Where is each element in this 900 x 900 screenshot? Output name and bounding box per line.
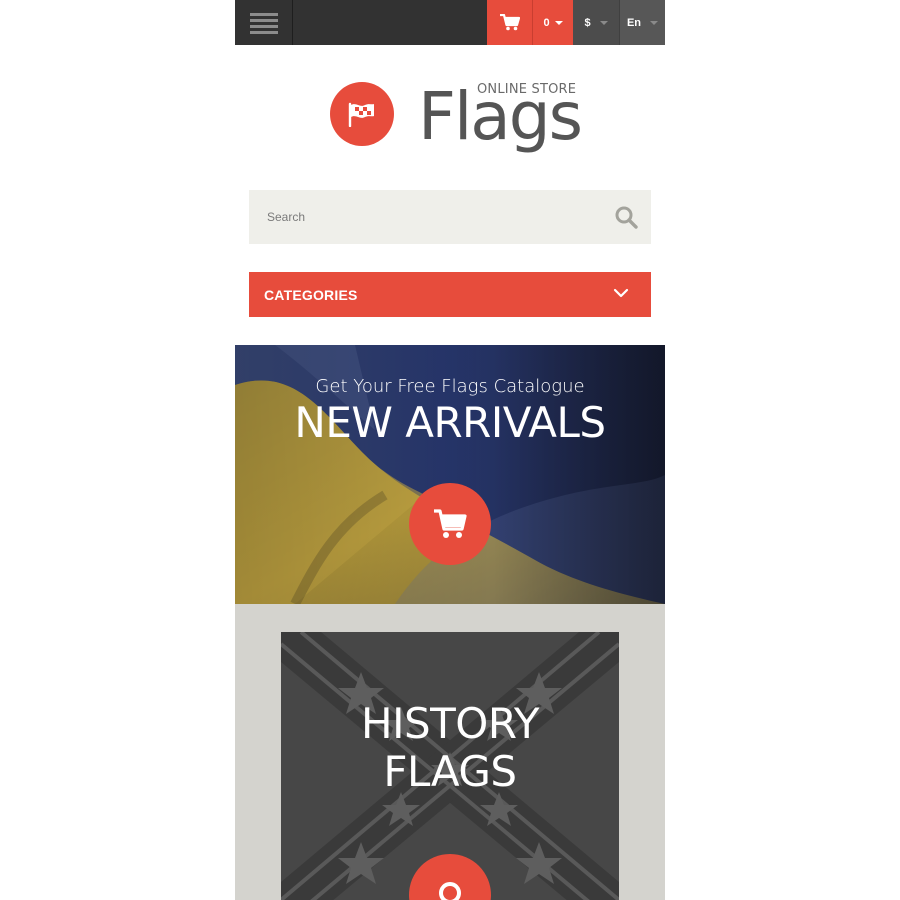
logo-title: Flags: [418, 78, 583, 155]
currency-label: $: [584, 16, 591, 29]
chevron-down-icon: [613, 288, 629, 298]
search-icon: [615, 206, 638, 229]
new-arrivals-banner[interactable]: Get Your Free Flags Catalogue NEW ARRIVA…: [235, 345, 665, 604]
cart-button[interactable]: [487, 0, 532, 45]
banner-title-line1: HISTORY: [361, 699, 540, 748]
search-bar: [249, 190, 651, 244]
currency-dropdown[interactable]: $: [573, 0, 619, 45]
flag-icon: [348, 102, 374, 127]
menu-button[interactable]: [235, 0, 293, 45]
logo-badge: [330, 82, 394, 146]
store-logo[interactable]: ONLINE STORE Flags: [330, 78, 583, 160]
banner-title: NEW ARRIVALS: [294, 398, 606, 447]
mobile-page: 0 $ En ONLINE STORE Flags Search CATEGOR…: [235, 0, 665, 900]
caret-down-icon: [650, 20, 659, 25]
cart-icon: [499, 14, 520, 31]
history-flags-banner[interactable]: HISTORY FLAGS: [281, 632, 619, 900]
caret-down-icon: [554, 20, 563, 25]
cart-count: 0: [543, 16, 550, 29]
banner-title-line2: FLAGS: [383, 747, 517, 796]
search-button[interactable]: [611, 202, 641, 232]
shop-cart-button[interactable]: [409, 483, 491, 565]
top-bar: 0 $ En: [235, 0, 665, 45]
banner-subtitle: Get Your Free Flags Catalogue: [315, 376, 585, 397]
caret-down-icon: [599, 20, 608, 25]
search-input[interactable]: [249, 190, 599, 244]
hamburger-icon: [249, 12, 278, 34]
categories-label: CATEGORIES: [264, 287, 358, 303]
history-flags-section: HISTORY FLAGS: [235, 604, 665, 900]
categories-toggle[interactable]: CATEGORIES: [249, 272, 651, 317]
location-pin-icon: [439, 882, 461, 900]
cart-icon: [434, 509, 467, 538]
language-label: En: [626, 16, 642, 29]
language-dropdown[interactable]: En: [619, 0, 665, 45]
banner-title: HISTORY FLAGS: [281, 700, 619, 796]
cart-count-dropdown[interactable]: 0: [532, 0, 573, 45]
